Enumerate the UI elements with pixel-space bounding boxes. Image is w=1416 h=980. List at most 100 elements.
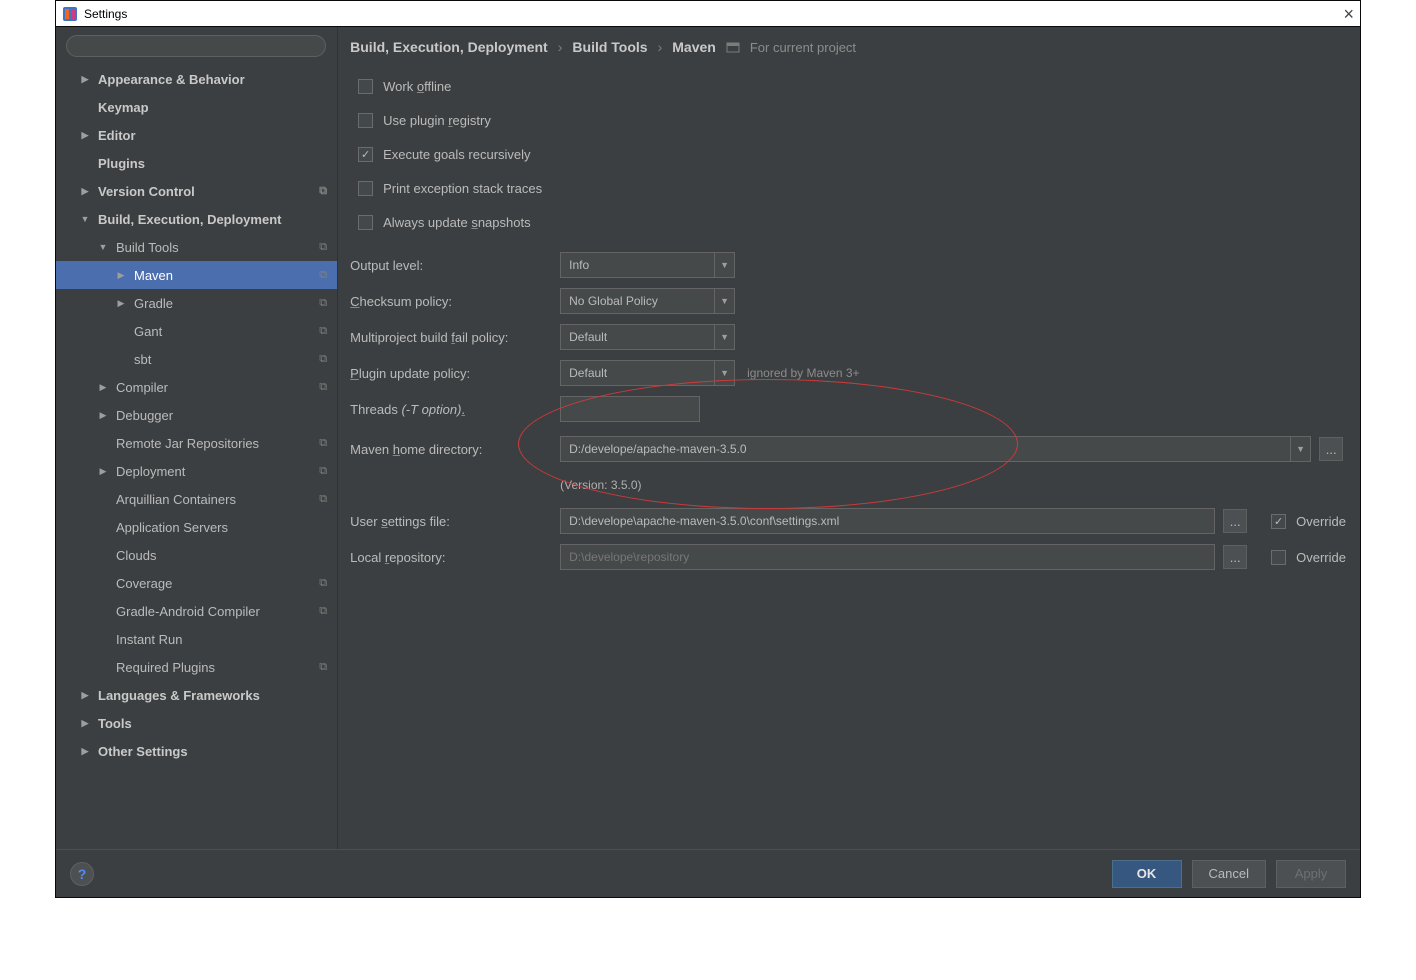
tree-item[interactable]: Required Plugins⧉ <box>56 653 337 681</box>
tree-item[interactable]: Instant Run⧉ <box>56 625 337 653</box>
tree-item[interactable]: Gradle⧉ <box>56 289 337 317</box>
maven-settings-panel: Work offline Use plugin registry Execute… <box>350 69 1346 849</box>
multiproject-select[interactable]: Default▼ <box>560 324 735 350</box>
chevron-down-icon[interactable]: ▼ <box>715 288 735 314</box>
tree-item[interactable]: sbt⧉ <box>56 345 337 373</box>
expand-arrow-icon[interactable] <box>78 186 92 197</box>
tree-item[interactable]: Gant⧉ <box>56 317 337 345</box>
tree-item-label: sbt <box>134 352 315 367</box>
tree-item[interactable]: Keymap⧉ <box>56 93 337 121</box>
expand-arrow-icon[interactable] <box>96 382 110 393</box>
tree-item[interactable]: Compiler⧉ <box>56 373 337 401</box>
override-user-checkbox[interactable] <box>1271 514 1286 529</box>
expand-arrow-icon[interactable] <box>114 270 128 281</box>
expand-arrow-icon[interactable] <box>78 130 92 141</box>
crumb-build-tools[interactable]: Build Tools <box>572 39 647 55</box>
tree-item-label: Clouds <box>116 548 315 563</box>
execute-goals-checkbox[interactable] <box>358 147 373 162</box>
crumb-bed[interactable]: Build, Execution, Deployment <box>350 39 548 55</box>
plugin-update-note: ignored by Maven 3+ <box>747 366 859 380</box>
tree-item-label: Build Tools <box>116 240 315 255</box>
print-exception-label: Print exception stack traces <box>383 181 542 196</box>
expand-arrow-icon[interactable] <box>96 410 110 421</box>
window-title: Settings <box>84 7 127 21</box>
tree-item[interactable]: Languages & Frameworks⧉ <box>56 681 337 709</box>
plugin-update-label: Plugin update policy: <box>350 366 560 381</box>
tree-item[interactable]: Editor⧉ <box>56 121 337 149</box>
breadcrumb: Build, Execution, Deployment › Build Too… <box>350 39 1346 55</box>
tree-item[interactable]: Maven⧉ <box>56 261 337 289</box>
project-scope-icon: ⧉ <box>315 269 331 282</box>
tree-item[interactable]: Arquillian Containers⧉ <box>56 485 337 513</box>
tree-item[interactable]: Build Tools⧉ <box>56 233 337 261</box>
project-scope-icon: ⧉ <box>315 353 331 366</box>
tree-item[interactable]: Coverage⧉ <box>56 569 337 597</box>
threads-input[interactable] <box>560 396 700 422</box>
override-label: Override <box>1296 514 1346 529</box>
override-local-checkbox[interactable] <box>1271 550 1286 565</box>
project-scope-icon: ⧉ <box>315 465 331 478</box>
project-scope-icon: ⧉ <box>315 493 331 506</box>
chevron-down-icon[interactable]: ▼ <box>715 360 735 386</box>
tree-item[interactable]: Debugger⧉ <box>56 401 337 429</box>
close-icon[interactable]: × <box>1343 5 1354 23</box>
expand-arrow-icon[interactable] <box>78 746 92 757</box>
project-scope-icon: ⧉ <box>315 577 331 590</box>
tree-item[interactable]: Deployment⧉ <box>56 457 337 485</box>
tree-item-label: Other Settings <box>98 744 315 759</box>
output-level-select[interactable]: Info▼ <box>560 252 735 278</box>
tree-item-label: Tools <box>98 716 315 731</box>
work-offline-checkbox[interactable] <box>358 79 373 94</box>
user-settings-input[interactable]: D:\develope\apache-maven-3.5.0\conf\sett… <box>560 508 1215 534</box>
expand-arrow-icon[interactable] <box>96 466 110 477</box>
override-label: Override <box>1296 550 1346 565</box>
expand-arrow-icon[interactable] <box>78 214 92 224</box>
chevron-down-icon[interactable]: ▼ <box>715 324 735 350</box>
plugin-registry-checkbox[interactable] <box>358 113 373 128</box>
tree-item-label: Instant Run <box>116 632 315 647</box>
crumb-maven[interactable]: Maven <box>672 39 716 55</box>
tree-item[interactable]: Tools⧉ <box>56 709 337 737</box>
project-scope-icon: ⧉ <box>315 185 331 198</box>
ok-button[interactable]: OK <box>1112 860 1182 888</box>
tree-item-label: Build, Execution, Deployment <box>98 212 315 227</box>
tree-item-label: Remote Jar Repositories <box>116 436 315 451</box>
chevron-down-icon[interactable]: ▼ <box>715 252 735 278</box>
expand-arrow-icon[interactable] <box>96 242 110 252</box>
tree-item[interactable]: Remote Jar Repositories⧉ <box>56 429 337 457</box>
tree-item[interactable]: Version Control⧉ <box>56 177 337 205</box>
search-input[interactable] <box>66 35 326 57</box>
work-offline-label: Work offline <box>383 79 451 94</box>
expand-arrow-icon[interactable] <box>78 718 92 729</box>
print-exception-checkbox[interactable] <box>358 181 373 196</box>
apply-button[interactable]: Apply <box>1276 860 1346 888</box>
cancel-button[interactable]: Cancel <box>1192 860 1266 888</box>
plugin-update-select[interactable]: Default▼ <box>560 360 735 386</box>
local-repo-browse-button[interactable]: ... <box>1223 545 1247 569</box>
maven-version-label: (Version: 3.5.0) <box>560 478 641 492</box>
project-scope-icon <box>726 40 740 54</box>
tree-item[interactable]: Plugins⧉ <box>56 149 337 177</box>
expand-arrow-icon[interactable] <box>78 690 92 701</box>
tree-item-label: Gant <box>134 324 315 339</box>
expand-arrow-icon[interactable] <box>78 74 92 85</box>
help-button[interactable]: ? <box>70 862 94 886</box>
tree-item-label: Deployment <box>116 464 315 479</box>
app-icon <box>62 6 78 22</box>
tree-item[interactable]: Clouds⧉ <box>56 541 337 569</box>
tree-item[interactable]: Appearance & Behavior⧉ <box>56 65 337 93</box>
expand-arrow-icon[interactable] <box>114 298 128 309</box>
tree-item-label: Application Servers <box>116 520 315 535</box>
tree-item[interactable]: Gradle-Android Compiler⧉ <box>56 597 337 625</box>
chevron-down-icon[interactable]: ▼ <box>1291 436 1311 462</box>
tree-item[interactable]: Application Servers⧉ <box>56 513 337 541</box>
tree-item[interactable]: Build, Execution, Deployment⧉ <box>56 205 337 233</box>
local-repo-input[interactable]: D:\develope\repository <box>560 544 1215 570</box>
user-settings-browse-button[interactable]: ... <box>1223 509 1247 533</box>
maven-home-browse-button[interactable]: ... <box>1319 437 1343 461</box>
checksum-select[interactable]: No Global Policy▼ <box>560 288 735 314</box>
tree-item[interactable]: Other Settings⧉ <box>56 737 337 765</box>
maven-home-input[interactable]: D:/develope/apache-maven-3.5.0 <box>560 436 1291 462</box>
always-update-checkbox[interactable] <box>358 215 373 230</box>
dialog-footer: ? OK Cancel Apply <box>56 849 1360 897</box>
